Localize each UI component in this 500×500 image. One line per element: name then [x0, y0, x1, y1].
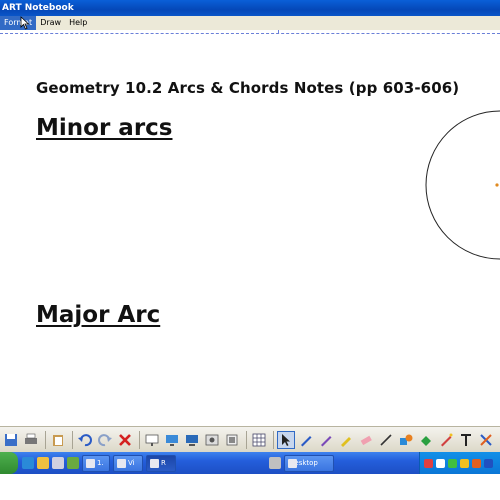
notebook-canvas[interactable]: Geometry 10.2 Arcs & Chords Notes (pp 60… — [0, 34, 500, 426]
save-icon[interactable] — [2, 431, 20, 449]
circle-shape — [425, 110, 500, 260]
start-button[interactable] — [0, 452, 18, 474]
quick-launch-app-icon[interactable] — [52, 457, 64, 469]
fill-icon[interactable] — [417, 431, 435, 449]
undo-icon[interactable] — [76, 431, 94, 449]
circle-drawing[interactable] — [415, 110, 500, 260]
tray-icon-orange[interactable] — [472, 458, 481, 468]
paste-icon[interactable] — [49, 431, 67, 449]
properties-icon[interactable] — [477, 431, 495, 449]
delete-icon[interactable] — [116, 431, 134, 449]
circle-center-point — [495, 183, 499, 187]
camera-icon[interactable] — [223, 431, 241, 449]
tray-icon-red[interactable] — [424, 458, 433, 468]
toolbar-separator — [139, 430, 140, 449]
smart-notebook-window: ART Notebook Format Draw Help Geometry 1… — [0, 0, 500, 500]
redo-icon[interactable] — [96, 431, 114, 449]
windows-taskbar: 1. Vi R Desktop — [0, 452, 500, 474]
mouse-cursor-icon — [20, 16, 30, 30]
screen-shade-icon[interactable] — [143, 431, 161, 449]
taskbar-button-2[interactable]: Vi — [113, 454, 143, 472]
desktop-toolbar[interactable]: Desktop — [284, 454, 334, 472]
title-bar[interactable]: ART Notebook — [0, 0, 500, 16]
capture-icon[interactable] — [203, 431, 221, 449]
system-tray — [419, 452, 500, 474]
eraser-icon[interactable] — [357, 431, 375, 449]
toolbar-separator — [45, 430, 46, 449]
taskbar-button-1[interactable]: 1. — [82, 454, 110, 472]
tray-icon-blue[interactable] — [484, 458, 493, 468]
menu-format[interactable]: Format — [0, 16, 37, 30]
highlighter-icon[interactable] — [337, 431, 355, 449]
tray-icon-green[interactable] — [448, 458, 457, 468]
minor-arcs-heading[interactable]: Minor arcs — [36, 115, 172, 141]
monitor-icon[interactable] — [163, 431, 181, 449]
magic-pen-icon[interactable] — [437, 431, 455, 449]
display-icon[interactable] — [183, 431, 201, 449]
toolbar-separator — [273, 430, 274, 449]
taskbar-button-3[interactable]: R — [146, 454, 176, 472]
window-title: ART Notebook — [2, 3, 74, 13]
quick-launch-folder-icon[interactable] — [37, 457, 49, 469]
tray-icon-white[interactable] — [436, 458, 445, 468]
bottom-blank-area — [0, 474, 500, 500]
select-arrow-icon[interactable] — [277, 430, 295, 449]
tray-icon-yellow[interactable] — [460, 458, 469, 468]
menu-bar: Format Draw Help — [0, 16, 500, 30]
toolbar-separator — [246, 430, 247, 449]
quick-launch-ie-icon[interactable] — [22, 457, 34, 469]
menu-help[interactable]: Help — [65, 16, 91, 30]
quick-launch-media-icon[interactable] — [67, 457, 79, 469]
page-title[interactable]: Geometry 10.2 Arcs & Chords Notes (pp 60… — [36, 79, 459, 97]
table-icon[interactable] — [250, 431, 268, 449]
tray-app-icon[interactable] — [269, 457, 281, 469]
shapes-icon[interactable] — [397, 431, 415, 449]
toolbar-separator — [72, 430, 73, 449]
creative-pen-icon[interactable] — [317, 431, 335, 449]
menu-draw[interactable]: Draw — [36, 16, 65, 30]
major-arc-heading[interactable]: Major Arc — [36, 302, 160, 328]
text-icon[interactable] — [457, 431, 475, 449]
pen-icon[interactable] — [297, 431, 315, 449]
tools-toolbar — [0, 426, 500, 452]
line-icon[interactable] — [377, 431, 395, 449]
print-icon[interactable] — [22, 431, 40, 449]
